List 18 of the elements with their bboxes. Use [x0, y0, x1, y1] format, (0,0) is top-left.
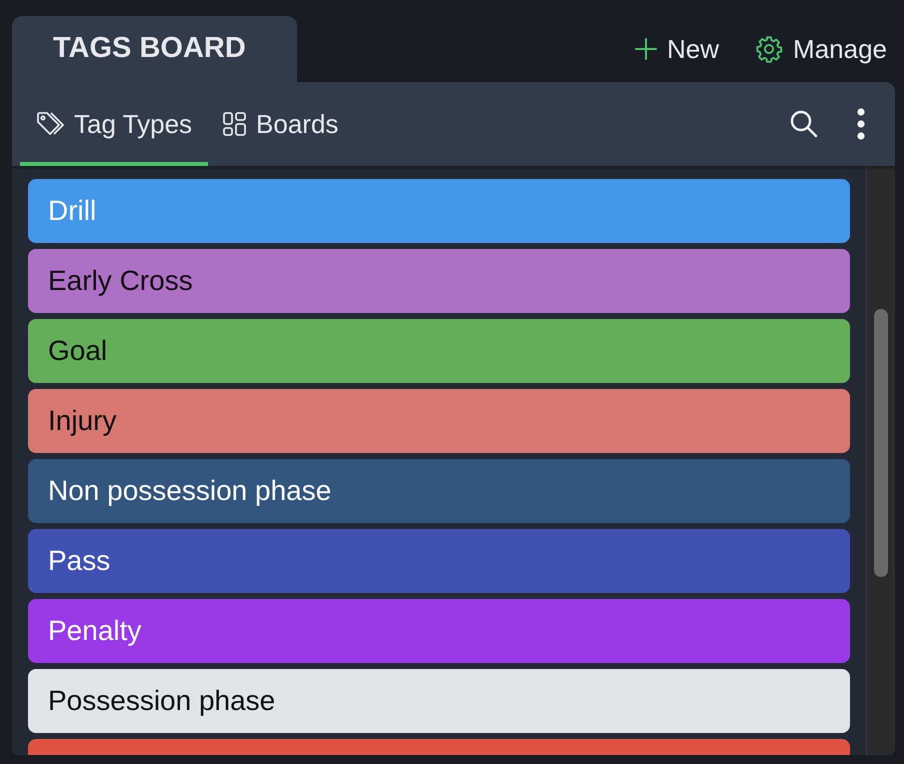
- gear-icon: [755, 35, 784, 63]
- tag-item[interactable]: Penalty: [28, 599, 850, 663]
- grid-icon: [222, 111, 248, 137]
- tag-item[interactable]: Injury: [28, 389, 850, 453]
- scrollbar-thumb[interactable]: [874, 309, 888, 577]
- board-title: TAGS BOARD: [53, 31, 246, 66]
- tag-icon: [36, 111, 66, 137]
- tag-item[interactable]: Early Cross: [28, 249, 850, 313]
- tag-item[interactable]: Non possession phase: [28, 459, 850, 523]
- tag-item[interactable]: Goal: [28, 319, 850, 383]
- tag-item[interactable]: Possession phase: [28, 669, 850, 733]
- manage-button[interactable]: Manage: [755, 30, 887, 68]
- plus-icon: [635, 38, 658, 60]
- search-icon[interactable]: [789, 109, 819, 139]
- more-icon[interactable]: [857, 108, 865, 140]
- new-button[interactable]: New: [635, 30, 720, 68]
- tag-item[interactable]: Pass: [28, 529, 850, 593]
- tab[interactable]: Boards: [208, 82, 352, 166]
